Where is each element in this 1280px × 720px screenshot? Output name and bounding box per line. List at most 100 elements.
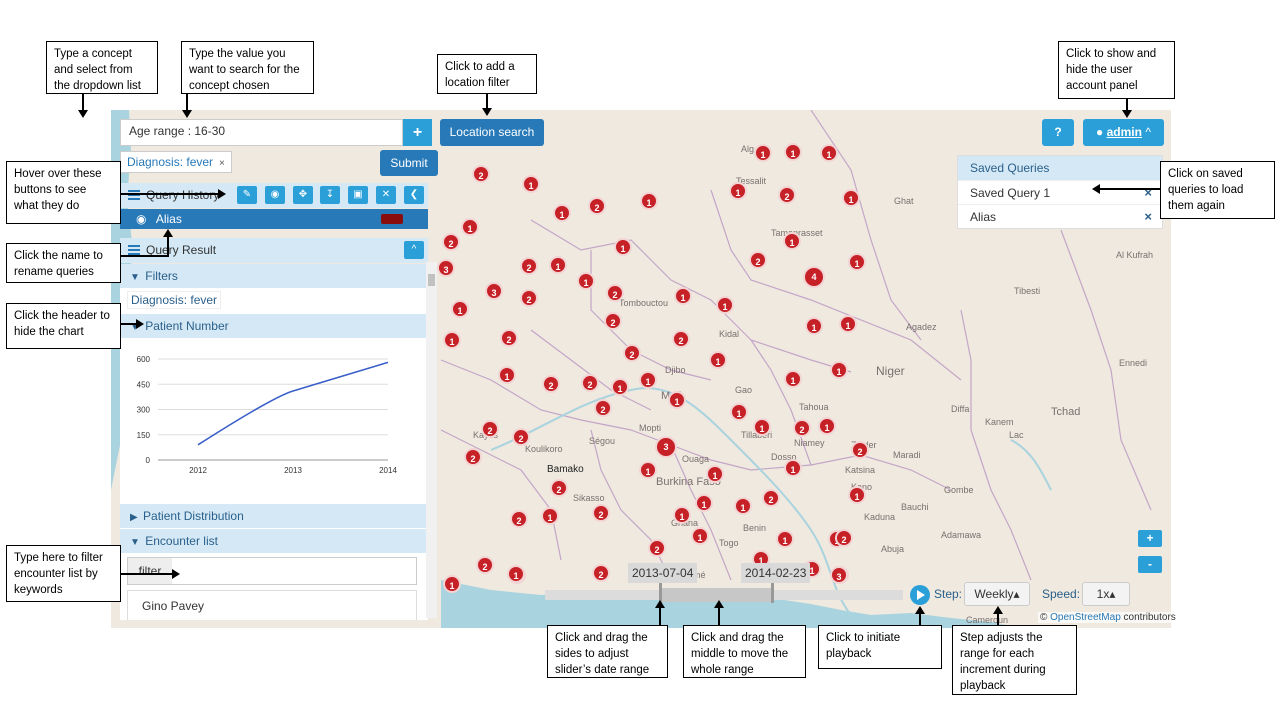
- map-marker[interactable]: 2: [648, 539, 666, 557]
- admin-account-button[interactable]: ● admin ^: [1083, 119, 1164, 146]
- map-marker[interactable]: 2: [851, 441, 869, 459]
- map-marker[interactable]: 2: [464, 448, 482, 466]
- map-marker[interactable]: 1: [507, 565, 525, 583]
- map-marker[interactable]: 1: [730, 403, 748, 421]
- map-marker[interactable]: 2: [550, 479, 568, 497]
- map-marker[interactable]: 3: [830, 566, 848, 584]
- map-marker[interactable]: 2: [520, 289, 538, 307]
- map-marker[interactable]: 1: [577, 272, 595, 290]
- map-marker[interactable]: 1: [848, 253, 866, 271]
- zoom-out-button[interactable]: -: [1138, 556, 1162, 573]
- map-marker[interactable]: 1: [820, 144, 838, 162]
- map-marker[interactable]: 1: [842, 189, 860, 207]
- map-marker[interactable]: 1: [668, 391, 686, 409]
- map-marker[interactable]: 1: [706, 465, 724, 483]
- map-marker[interactable]: 2: [835, 529, 853, 547]
- map-marker[interactable]: 1: [709, 351, 727, 369]
- patient-distribution-header[interactable]: ▶ Patient Distribution: [120, 504, 428, 528]
- target-icon[interactable]: ◉: [265, 186, 285, 204]
- map-marker[interactable]: 2: [749, 251, 767, 269]
- saved-query-item[interactable]: Saved Query 1 ×: [958, 180, 1162, 204]
- map-marker[interactable]: 1: [522, 175, 540, 193]
- saved-query-item[interactable]: Alias ×: [958, 204, 1162, 228]
- map-marker[interactable]: 3: [437, 259, 455, 277]
- speed-select[interactable]: 1x▴: [1082, 582, 1130, 606]
- map-marker[interactable]: 1: [640, 192, 658, 210]
- map-marker[interactable]: 1: [673, 506, 691, 524]
- list-item[interactable]: Gino Pavey: [142, 599, 204, 613]
- map-marker[interactable]: 2: [588, 197, 606, 215]
- map-marker[interactable]: 2: [793, 419, 811, 437]
- map-marker[interactable]: 2: [778, 186, 796, 204]
- map-marker[interactable]: 1: [716, 296, 734, 314]
- map-marker[interactable]: 1: [783, 232, 801, 250]
- alias-name[interactable]: Alias: [156, 212, 182, 226]
- query-history-item-alias[interactable]: ◉ Alias: [120, 209, 428, 229]
- map-marker[interactable]: 2: [606, 284, 624, 302]
- map-marker[interactable]: 2: [520, 257, 538, 275]
- concept-search-input[interactable]: Age range : 16-30: [120, 119, 403, 146]
- map-marker[interactable]: 1: [541, 507, 559, 525]
- map-marker[interactable]: 1: [553, 204, 571, 222]
- query-history-header[interactable]: Query History ✎ ◉ ✥ ↧ ▣ ✕ ❮: [120, 183, 428, 208]
- map-marker[interactable]: 1: [734, 497, 752, 515]
- close-icon[interactable]: ✕: [376, 186, 396, 204]
- map-marker[interactable]: 3: [655, 436, 677, 458]
- step-select[interactable]: Weekly▴: [964, 582, 1030, 606]
- map-marker[interactable]: 1: [614, 238, 632, 256]
- encounter-list-header[interactable]: ▼ Encounter list: [120, 529, 428, 553]
- map-marker[interactable]: 1: [805, 317, 823, 335]
- saved-query-label[interactable]: Saved Query 1: [970, 186, 1050, 200]
- saved-query-label[interactable]: Alias: [970, 210, 996, 224]
- map-marker[interactable]: 2: [542, 375, 560, 393]
- map-marker[interactable]: 1: [753, 418, 771, 436]
- add-concept-button[interactable]: +: [403, 119, 432, 146]
- map-marker[interactable]: 1: [691, 527, 709, 545]
- play-icon[interactable]: [910, 585, 930, 605]
- map-marker[interactable]: 2: [500, 329, 518, 347]
- map-marker[interactable]: 1: [674, 287, 692, 305]
- map-marker[interactable]: 2: [594, 399, 612, 417]
- map-marker[interactable]: 1: [549, 256, 567, 274]
- map-marker[interactable]: 2: [592, 504, 610, 522]
- close-icon[interactable]: ×: [219, 158, 225, 169]
- patient-number-header[interactable]: ▼ Patient Number: [120, 314, 428, 338]
- map-marker[interactable]: 1: [784, 370, 802, 388]
- map-marker[interactable]: 1: [784, 143, 802, 161]
- map-marker[interactable]: 1: [461, 218, 479, 236]
- map-marker[interactable]: 2: [476, 556, 494, 574]
- map-marker[interactable]: 2: [604, 312, 622, 330]
- panel-scrollbar[interactable]: [426, 262, 437, 618]
- map-marker[interactable]: 1: [729, 182, 747, 200]
- map-marker[interactable]: 2: [472, 165, 490, 183]
- map-marker[interactable]: 1: [451, 300, 469, 318]
- zoom-in-button[interactable]: +: [1138, 530, 1162, 547]
- map-marker[interactable]: 1: [443, 331, 461, 349]
- location-search-button[interactable]: Location search: [440, 119, 544, 146]
- edit-icon[interactable]: ✎: [237, 186, 257, 204]
- encounter-filter-input[interactable]: filter: [127, 557, 417, 585]
- map-marker[interactable]: 2: [481, 420, 499, 438]
- map-marker[interactable]: 2: [510, 510, 528, 528]
- map-marker[interactable]: 1: [818, 417, 836, 435]
- map-marker[interactable]: 1: [839, 315, 857, 333]
- map-marker[interactable]: 2: [623, 344, 641, 362]
- delete-icon[interactable]: ×: [1144, 205, 1152, 229]
- back-icon[interactable]: ❮: [404, 186, 424, 204]
- map-marker[interactable]: 2: [442, 233, 460, 251]
- map-marker[interactable]: 1: [754, 144, 772, 162]
- map-marker[interactable]: 1: [784, 459, 802, 477]
- map-marker[interactable]: 1: [830, 361, 848, 379]
- download-icon[interactable]: ↧: [320, 186, 340, 204]
- map-marker[interactable]: 1: [695, 494, 713, 512]
- delete-icon[interactable]: ×: [1144, 181, 1152, 205]
- map-marker[interactable]: 3: [485, 282, 503, 300]
- slider-right-handle[interactable]: [771, 583, 774, 603]
- color-swatch[interactable]: [381, 214, 403, 224]
- map-marker[interactable]: 1: [639, 371, 657, 389]
- map-marker[interactable]: 2: [581, 374, 599, 392]
- map-marker[interactable]: 4: [803, 266, 825, 288]
- map-marker[interactable]: 2: [592, 564, 610, 582]
- save-icon[interactable]: ▣: [348, 186, 368, 204]
- map-marker[interactable]: 1: [848, 486, 866, 504]
